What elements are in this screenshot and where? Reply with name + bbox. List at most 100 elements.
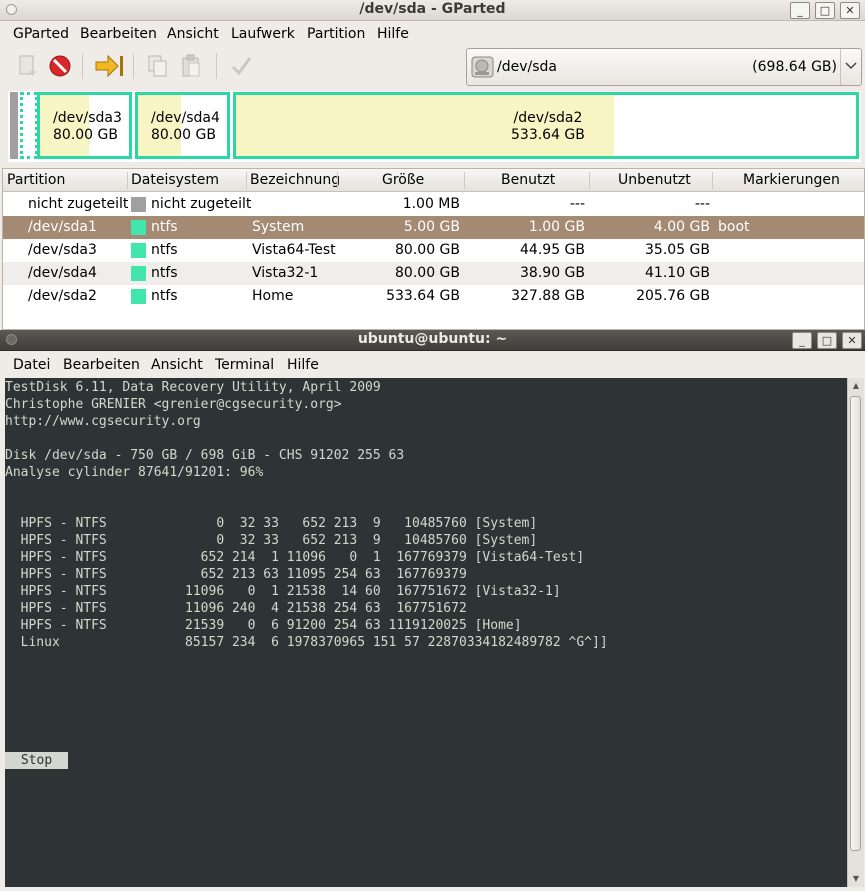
menu-bearbeiten[interactable]: Bearbeiten: [63, 357, 140, 373]
apply-icon[interactable]: [228, 53, 254, 79]
partition-table: Partition Dateisystem Bezeichnung Größe …: [2, 168, 865, 330]
partition-block-sda4[interactable]: /dev/sda4 80.00 GB: [135, 92, 230, 159]
maximize-button[interactable]: □: [815, 2, 835, 19]
scrollbar-thumb[interactable]: [850, 396, 861, 851]
filesystem-color-swatch: [131, 197, 146, 212]
minimize-button[interactable]: _: [792, 332, 812, 349]
menu-laufwerk[interactable]: Laufwerk: [231, 26, 295, 42]
cell-filesystem: ntfs: [151, 265, 178, 281]
cell-label: Vista64-Test: [252, 242, 336, 258]
chevron-down-icon[interactable]: [840, 49, 861, 85]
terminal-window-title: ubuntu@ubuntu: ~: [357, 331, 508, 347]
cell-partition: nicht zugeteilt: [28, 196, 129, 212]
filesystem-color-swatch: [131, 289, 146, 304]
resize-move-icon[interactable]: [94, 53, 123, 79]
column-divider: [337, 172, 338, 189]
gparted-menubar: GParted Bearbeiten Ansicht Laufwerk Part…: [0, 22, 865, 46]
terminal-menubar: Datei Bearbeiten Ansicht Terminal Hilfe: [0, 353, 865, 377]
table-row[interactable]: /dev/sda2 ntfs Home 533.64 GB 327.88 GB …: [3, 285, 864, 308]
menu-bearbeiten[interactable]: Bearbeiten: [80, 26, 157, 42]
unallocated-block[interactable]: [10, 92, 18, 159]
menu-ansicht[interactable]: Ansicht: [151, 357, 203, 373]
column-divider: [464, 172, 465, 189]
column-divider: [246, 172, 247, 189]
terminal-output: TestDisk 6.11, Data Recovery Utility, Ap…: [5, 380, 608, 650]
column-header-partition[interactable]: Partition: [7, 172, 65, 188]
terminal-scrollbar[interactable]: ▲ ▼: [847, 378, 864, 887]
cell-unused: 41.10 GB: [645, 265, 710, 281]
paste-icon[interactable]: [179, 53, 205, 79]
table-row[interactable]: /dev/sda3 ntfs Vista64-Test 80.00 GB 44.…: [3, 239, 864, 262]
cell-partition: /dev/sda2: [28, 288, 97, 304]
close-button[interactable]: ✕: [842, 332, 862, 349]
copy-icon[interactable]: [145, 53, 171, 79]
cell-unused: ---: [694, 196, 710, 212]
maximize-button[interactable]: □: [817, 332, 837, 349]
menu-hilfe[interactable]: Hilfe: [287, 357, 319, 373]
cell-partition: /dev/sda1: [28, 219, 97, 235]
terminal-titlebar[interactable]: ubuntu@ubuntu: ~ _ □ ✕: [0, 330, 865, 351]
toolbar-separator: [82, 53, 83, 79]
stop-button[interactable]: Stop: [5, 752, 68, 769]
menu-partition[interactable]: Partition: [307, 26, 365, 42]
cell-filesystem: nicht zugeteilt: [151, 196, 252, 212]
filesystem-color-swatch: [131, 243, 146, 258]
table-header: Partition Dateisystem Bezeichnung Größe …: [3, 169, 864, 192]
svg-text:+: +: [28, 65, 38, 79]
terminal-screen[interactable]: TestDisk 6.11, Data Recovery Utility, Ap…: [5, 378, 847, 887]
cell-label: Vista32-1: [252, 265, 319, 281]
table-row[interactable]: /dev/sda4 ntfs Vista32-1 80.00 GB 38.90 …: [3, 262, 864, 285]
menu-terminal[interactable]: Terminal: [215, 357, 274, 373]
cell-partition: /dev/sda3: [28, 242, 97, 258]
gparted-titlebar[interactable]: /dev/sda - GParted _ □ ✕: [0, 0, 865, 21]
scroll-up-icon[interactable]: ▲: [848, 378, 864, 394]
partition-block-label: /dev/sda2 533.64 GB: [511, 110, 585, 143]
menu-datei[interactable]: Datei: [13, 357, 50, 373]
partition-block-label: /dev/sda4 80.00 GB: [151, 110, 220, 143]
column-divider: [589, 172, 590, 189]
column-divider: [127, 172, 128, 189]
table-row[interactable]: nicht zugeteilt nicht zugeteilt 1.00 MB …: [3, 193, 864, 216]
filesystem-color-swatch: [131, 220, 146, 235]
column-header-bezeichnung[interactable]: Bezeichnung: [250, 172, 340, 188]
column-header-groesse[interactable]: Größe: [382, 172, 424, 188]
column-header-unbenutzt[interactable]: Unbenutzt: [618, 172, 691, 188]
menu-gparted[interactable]: GParted: [13, 26, 69, 42]
column-header-markierungen[interactable]: Markierungen: [743, 172, 840, 188]
harddisk-icon: [471, 56, 494, 78]
sda1-block[interactable]: [20, 92, 38, 159]
partition-block-sda3[interactable]: /dev/sda3 80.00 GB: [37, 92, 132, 159]
menu-ansicht[interactable]: Ansicht: [167, 26, 219, 42]
cell-filesystem: ntfs: [151, 242, 178, 258]
toolbar-separator: [216, 53, 217, 79]
device-size: (698.64 GB): [752, 59, 837, 75]
partition-block-sda2[interactable]: /dev/sda2 533.64 GB: [233, 92, 859, 159]
delete-icon[interactable]: [47, 53, 73, 79]
cell-size: 80.00 GB: [395, 265, 460, 281]
toolbar-separator: [133, 53, 134, 79]
menu-hilfe[interactable]: Hilfe: [377, 26, 409, 42]
cell-used: 1.00 GB: [528, 219, 585, 235]
new-partition-icon[interactable]: +: [14, 53, 40, 79]
cell-used: 38.90 GB: [520, 265, 585, 281]
cell-size: 80.00 GB: [395, 242, 460, 258]
cell-size: 5.00 GB: [403, 219, 460, 235]
cell-used: 44.95 GB: [520, 242, 585, 258]
partition-block-label: /dev/sda3 80.00 GB: [53, 110, 122, 143]
device-name: /dev/sda: [497, 59, 557, 75]
cell-flags: boot: [718, 219, 750, 235]
close-button[interactable]: ✕: [840, 2, 860, 19]
cell-unused: 205.76 GB: [636, 288, 710, 304]
cell-unused: 35.05 GB: [645, 242, 710, 258]
filesystem-color-swatch: [131, 266, 146, 281]
cell-size: 1.00 MB: [402, 196, 460, 212]
column-header-dateisystem[interactable]: Dateisystem: [131, 172, 219, 188]
column-divider: [712, 172, 713, 189]
device-selector[interactable]: /dev/sda (698.64 GB): [466, 48, 862, 86]
table-row-selected[interactable]: /dev/sda1 ntfs System 5.00 GB 1.00 GB 4.…: [3, 216, 864, 239]
disk-graphic: /dev/sda3 80.00 GB /dev/sda4 80.00 GB /dev…: [8, 91, 861, 162]
column-header-benutzt[interactable]: Benutzt: [501, 172, 555, 188]
scroll-down-icon[interactable]: ▼: [848, 871, 864, 887]
cell-unused: 4.00 GB: [653, 219, 710, 235]
minimize-button[interactable]: _: [790, 2, 810, 19]
